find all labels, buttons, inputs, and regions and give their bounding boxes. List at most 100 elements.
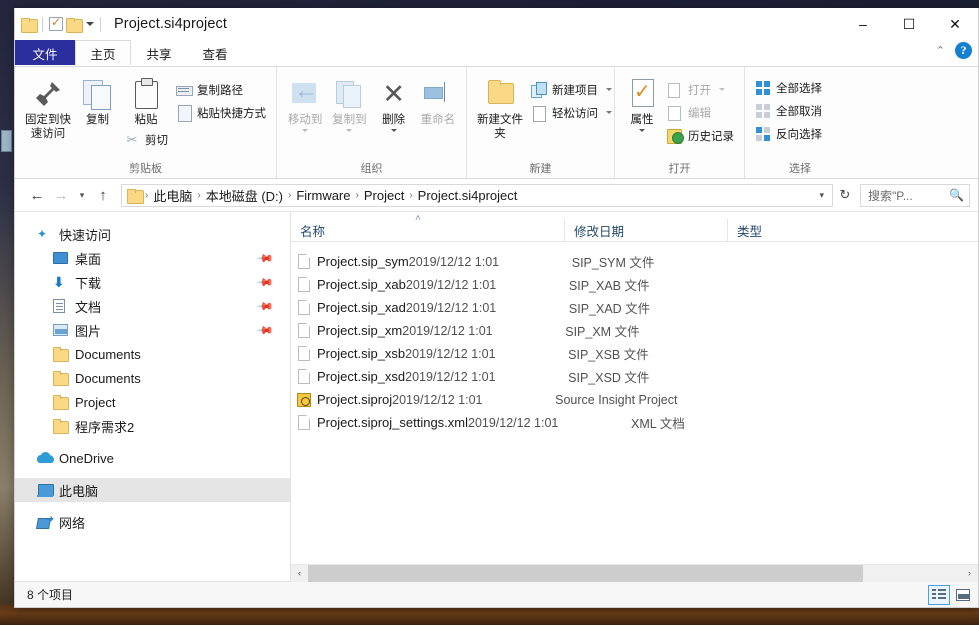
sidebar-item-desktop[interactable]: 桌面 📌 <box>15 246 290 270</box>
table-row[interactable]: Project.sip_xad 2019/12/12 1:01 SIP_XAD … <box>291 296 978 319</box>
select-none-button[interactable]: 全部取消 <box>751 100 826 121</box>
file-date-modified: 2019/12/12 1:01 <box>402 323 493 338</box>
folder-icon[interactable] <box>127 188 144 204</box>
pin-to-quick-access-button[interactable]: 固定到快速访问 <box>21 74 75 141</box>
column-header-date-modified[interactable]: 修改日期 <box>564 219 727 241</box>
open-button[interactable]: 打开 <box>663 79 738 100</box>
pin-icon[interactable]: 📌 <box>256 273 275 292</box>
sidebar-item-documents-folder-1[interactable]: Documents <box>15 342 290 366</box>
collapse-ribbon-icon[interactable]: ⌃ <box>936 44 945 57</box>
copy-path-button[interactable]: 复制路径 <box>172 79 270 100</box>
tab-view[interactable]: 查看 <box>187 40 243 66</box>
easy-access-button[interactable]: 轻松访问 <box>527 102 616 123</box>
table-row[interactable]: Project.sip_xab 2019/12/12 1:01 SIP_XAB … <box>291 273 978 296</box>
up-button[interactable]: ↑ <box>91 183 115 207</box>
recent-locations-icon[interactable]: ▾ <box>73 183 91 207</box>
chevron-down-icon-3[interactable] <box>390 129 397 132</box>
large-icons-view-button[interactable] <box>952 585 974 605</box>
tab-home[interactable]: 主页 <box>75 40 131 66</box>
table-row[interactable]: Project.sip_sym 2019/12/12 1:01 SIP_SYM … <box>291 250 978 273</box>
new-folder-button[interactable]: 新建文件夹 <box>473 74 527 141</box>
table-row[interactable]: Project.siproj 2019/12/12 1:01 Source In… <box>291 388 978 411</box>
table-row[interactable]: Project.sip_xm 2019/12/12 1:01 SIP_XM 文件 <box>291 319 978 342</box>
rename-button[interactable]: 重命名 <box>416 74 460 127</box>
sidebar-item-this-pc[interactable]: 此电脑 <box>15 478 290 502</box>
file-name: Project.sip_xad <box>317 300 406 315</box>
sidebar-item-downloads[interactable]: ⬇ 下载 📌 <box>15 270 290 294</box>
sidebar-item-project[interactable]: Project <box>15 390 290 414</box>
search-input[interactable]: 搜索"P... 🔍 <box>860 183 970 207</box>
paste-shortcut-label: 粘贴快捷方式 <box>197 107 266 120</box>
desktop-icon[interactable] <box>1 130 12 152</box>
pin-icon[interactable]: 📌 <box>256 297 275 316</box>
breadcrumb-firmware[interactable]: Firmware <box>292 188 354 203</box>
paste-shortcut-button[interactable]: 粘贴快捷方式 <box>172 102 270 123</box>
table-row[interactable]: Project.siproj_settings.xml 2019/12/12 1… <box>291 411 978 434</box>
search-icon[interactable]: 🔍 <box>949 188 964 202</box>
sidebar-item-documents-folder-2[interactable]: Documents <box>15 366 290 390</box>
pin-icon[interactable]: 📌 <box>256 321 275 340</box>
delete-button[interactable]: ✕ 删除 <box>372 74 416 132</box>
copy-button[interactable]: 复制 <box>75 74 120 127</box>
help-icon[interactable]: ? <box>955 42 972 59</box>
open-label: 打开 <box>688 84 711 97</box>
forward-button[interactable]: → <box>49 183 73 207</box>
properties-button[interactable]: 属性 <box>621 74 663 132</box>
scroll-right-icon[interactable]: › <box>961 564 978 582</box>
scrollbar-thumb[interactable] <box>308 564 864 582</box>
new-item-button[interactable]: 新建项目 <box>527 79 616 100</box>
back-button[interactable]: ← <box>25 183 49 207</box>
sidebar-item-program-requirements[interactable]: 程序需求2 <box>15 414 290 438</box>
chevron-down-icon-7[interactable] <box>719 88 725 91</box>
history-button[interactable]: 历史记录 <box>663 125 738 146</box>
breadcrumb-current-folder[interactable]: Project.si4project <box>414 188 522 203</box>
pin-icon[interactable]: 📌 <box>256 249 275 268</box>
chevron-down-icon-5[interactable] <box>606 111 612 114</box>
table-row[interactable]: Project.sip_xsd 2019/12/12 1:01 SIP_XSD … <box>291 365 978 388</box>
chevron-down-icon[interactable] <box>86 22 94 26</box>
tab-file[interactable]: 文件 <box>15 40 75 66</box>
horizontal-scrollbar[interactable]: ‹ › <box>291 564 978 582</box>
sidebar-item-network[interactable]: 网络 <box>15 510 290 534</box>
file-icon <box>291 346 317 361</box>
minimize-button[interactable]: – <box>840 8 886 40</box>
details-view-button[interactable] <box>928 584 950 605</box>
invert-selection-button[interactable]: 反向选择 <box>751 123 826 144</box>
edit-button[interactable]: 编辑 <box>663 102 738 123</box>
properties-icon[interactable] <box>49 15 63 31</box>
select-all-button[interactable]: 全部选择 <box>751 77 826 98</box>
breadcrumb-local-disk-d[interactable]: 本地磁盘 (D:) <box>202 186 287 205</box>
desktop-taskbar[interactable] <box>0 605 979 625</box>
move-to-button[interactable]: 移动到 <box>283 74 327 132</box>
table-row[interactable]: Project.sip_xsb 2019/12/12 1:01 SIP_XSB … <box>291 342 978 365</box>
chevron-down-icon-4[interactable] <box>606 88 612 91</box>
scrollbar-track[interactable] <box>308 564 961 582</box>
copy-to-button[interactable]: 复制到 <box>327 74 371 132</box>
close-button[interactable]: ✕ <box>932 8 978 40</box>
sidebar-item-quick-access[interactable]: ✦ 快速访问 <box>15 222 290 246</box>
breadcrumb-this-pc[interactable]: 此电脑 <box>149 186 196 205</box>
sidebar-item-onedrive[interactable]: OneDrive <box>15 446 290 470</box>
column-header-type[interactable]: 类型 <box>727 219 978 241</box>
breadcrumb-project[interactable]: Project <box>360 188 408 203</box>
cut-button[interactable]: ✂ 剪切 <box>120 129 172 150</box>
large-icons-view-icon <box>956 588 970 601</box>
paste-button[interactable]: 粘贴 ✂ 剪切 <box>120 74 172 150</box>
scroll-left-icon[interactable]: ‹ <box>291 564 308 582</box>
chevron-down-icon-6[interactable] <box>639 129 645 132</box>
chevron-down-icon-2[interactable] <box>346 129 353 132</box>
column-header-name[interactable]: 名称 <box>291 219 564 241</box>
tab-share[interactable]: 共享 <box>131 40 187 66</box>
maximize-button[interactable]: ☐ <box>886 8 932 40</box>
sidebar-item-pictures[interactable]: 图片 📌 <box>15 318 290 342</box>
folder-icon[interactable] <box>21 17 38 33</box>
breadcrumb[interactable]: › 此电脑 › 本地磁盘 (D:) › Firmware › Project ›… <box>121 183 833 207</box>
sidebar-item-documents[interactable]: 文档 📌 <box>15 294 290 318</box>
refresh-icon[interactable]: ↻ <box>833 184 857 207</box>
new-folder-icon[interactable] <box>66 17 83 33</box>
chevron-down-icon[interactable] <box>302 129 309 132</box>
folder-icon <box>53 371 71 386</box>
chevron-down-icon[interactable]: ▾ <box>813 190 830 201</box>
title-bar[interactable]: Project.si4project – ☐ ✕ <box>15 8 978 40</box>
delete-label: 删除 <box>382 114 406 126</box>
